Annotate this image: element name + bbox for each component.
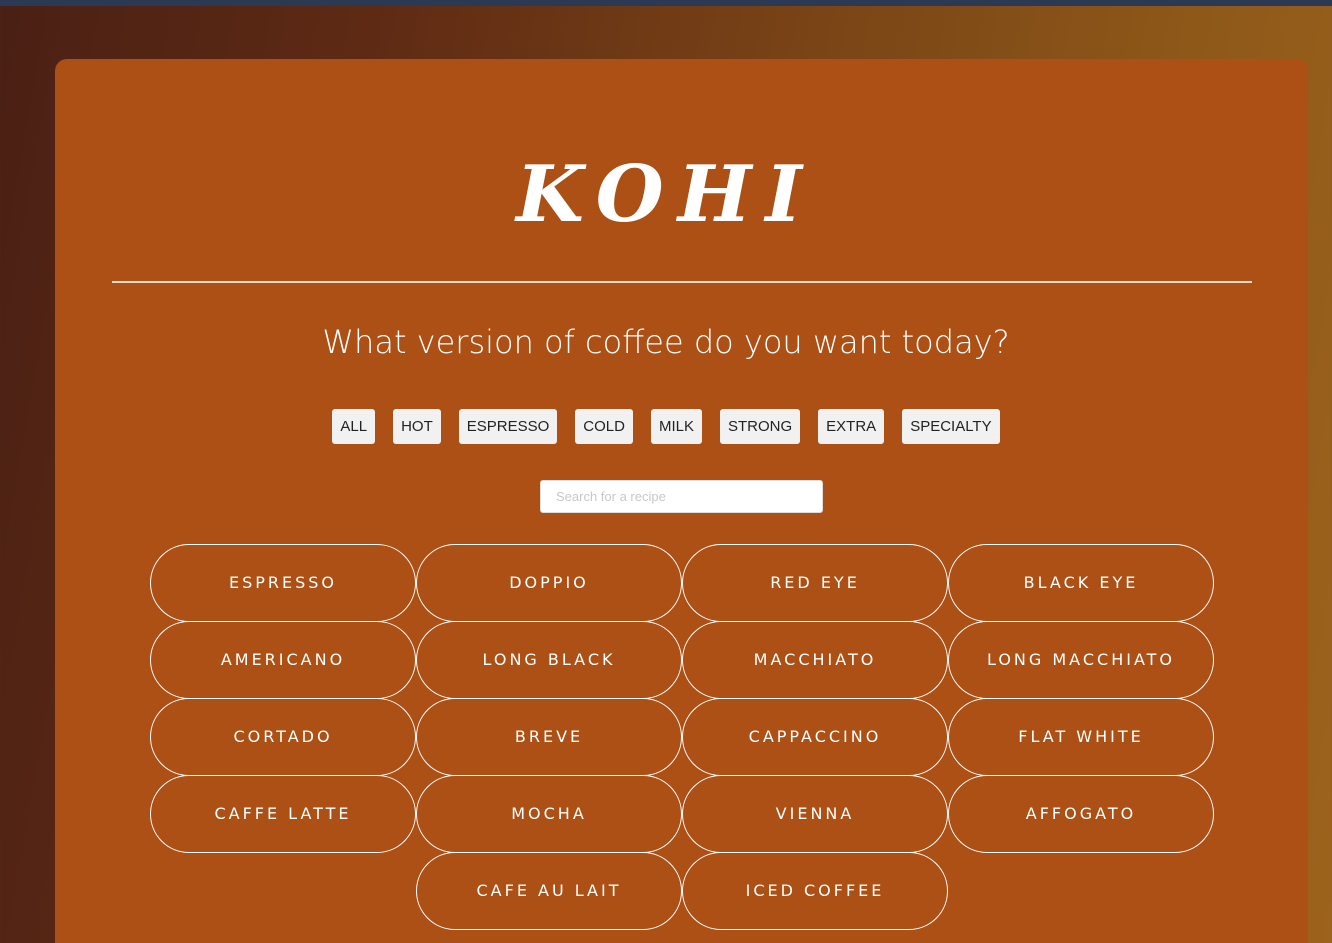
recipe-mocha-button[interactable]: MOCHA: [416, 775, 682, 853]
recipe-black-eye-button[interactable]: BLACK EYE: [948, 544, 1214, 622]
recipe-row: AMERICANO LONG BLACK MACCHIATO LONG MACC…: [149, 621, 1215, 699]
recipe-caffe-latte-button[interactable]: CAFFE LATTE: [150, 775, 416, 853]
filter-cold-button[interactable]: COLD: [575, 409, 633, 444]
recipe-row: CAFE AU LAIT ICED COFFEE: [149, 852, 1215, 930]
recipe-red-eye-button[interactable]: RED EYE: [682, 544, 948, 622]
filter-hot-button[interactable]: HOT: [393, 409, 441, 444]
top-strip: [0, 0, 1332, 6]
recipe-long-black-button[interactable]: LONG BLACK: [416, 621, 682, 699]
app-logo: KOHI: [516, 149, 816, 240]
recipe-grid: ESPRESSO DOPPIO RED EYE BLACK EYE AMERIC…: [149, 544, 1215, 930]
filter-extra-button[interactable]: EXTRA: [818, 409, 885, 444]
filter-strong-button[interactable]: STRONG: [720, 409, 801, 444]
recipe-breve-button[interactable]: BREVE: [416, 698, 682, 776]
page-tagline: What version of coffee do you want today…: [322, 323, 1010, 361]
divider: [112, 281, 1252, 283]
filter-milk-button[interactable]: MILK: [650, 409, 702, 444]
recipe-affogato-button[interactable]: AFFOGATO: [948, 775, 1214, 853]
recipe-iced-coffee-button[interactable]: ICED COFFEE: [682, 852, 948, 930]
recipe-vienna-button[interactable]: VIENNA: [682, 775, 948, 853]
recipe-doppio-button[interactable]: DOPPIO: [416, 544, 682, 622]
filter-specialty-button[interactable]: SPECIALTY: [902, 409, 1000, 444]
recipe-espresso-button[interactable]: ESPRESSO: [150, 544, 416, 622]
search-input[interactable]: [540, 480, 823, 513]
filter-espresso-button[interactable]: ESPRESSO: [458, 409, 558, 444]
recipe-macchiato-button[interactable]: MACCHIATO: [682, 621, 948, 699]
recipe-americano-button[interactable]: AMERICANO: [150, 621, 416, 699]
recipe-long-macchiato-button[interactable]: LONG MACCHIATO: [948, 621, 1214, 699]
filter-bar: ALL HOT ESPRESSO COLD MILK STRONG EXTRA …: [0, 409, 1332, 444]
filter-all-button[interactable]: ALL: [332, 409, 376, 444]
recipe-cortado-button[interactable]: CORTADO: [150, 698, 416, 776]
recipe-row: ESPRESSO DOPPIO RED EYE BLACK EYE: [149, 544, 1215, 622]
recipe-cafe-au-lait-button[interactable]: CAFE AU LAIT: [416, 852, 682, 930]
recipe-row: CORTADO BREVE CAPPACCINO FLAT WHITE: [149, 698, 1215, 776]
recipe-row: CAFFE LATTE MOCHA VIENNA AFFOGATO: [149, 775, 1215, 853]
recipe-cappaccino-button[interactable]: CAPPACCINO: [682, 698, 948, 776]
recipe-flat-white-button[interactable]: FLAT WHITE: [948, 698, 1214, 776]
